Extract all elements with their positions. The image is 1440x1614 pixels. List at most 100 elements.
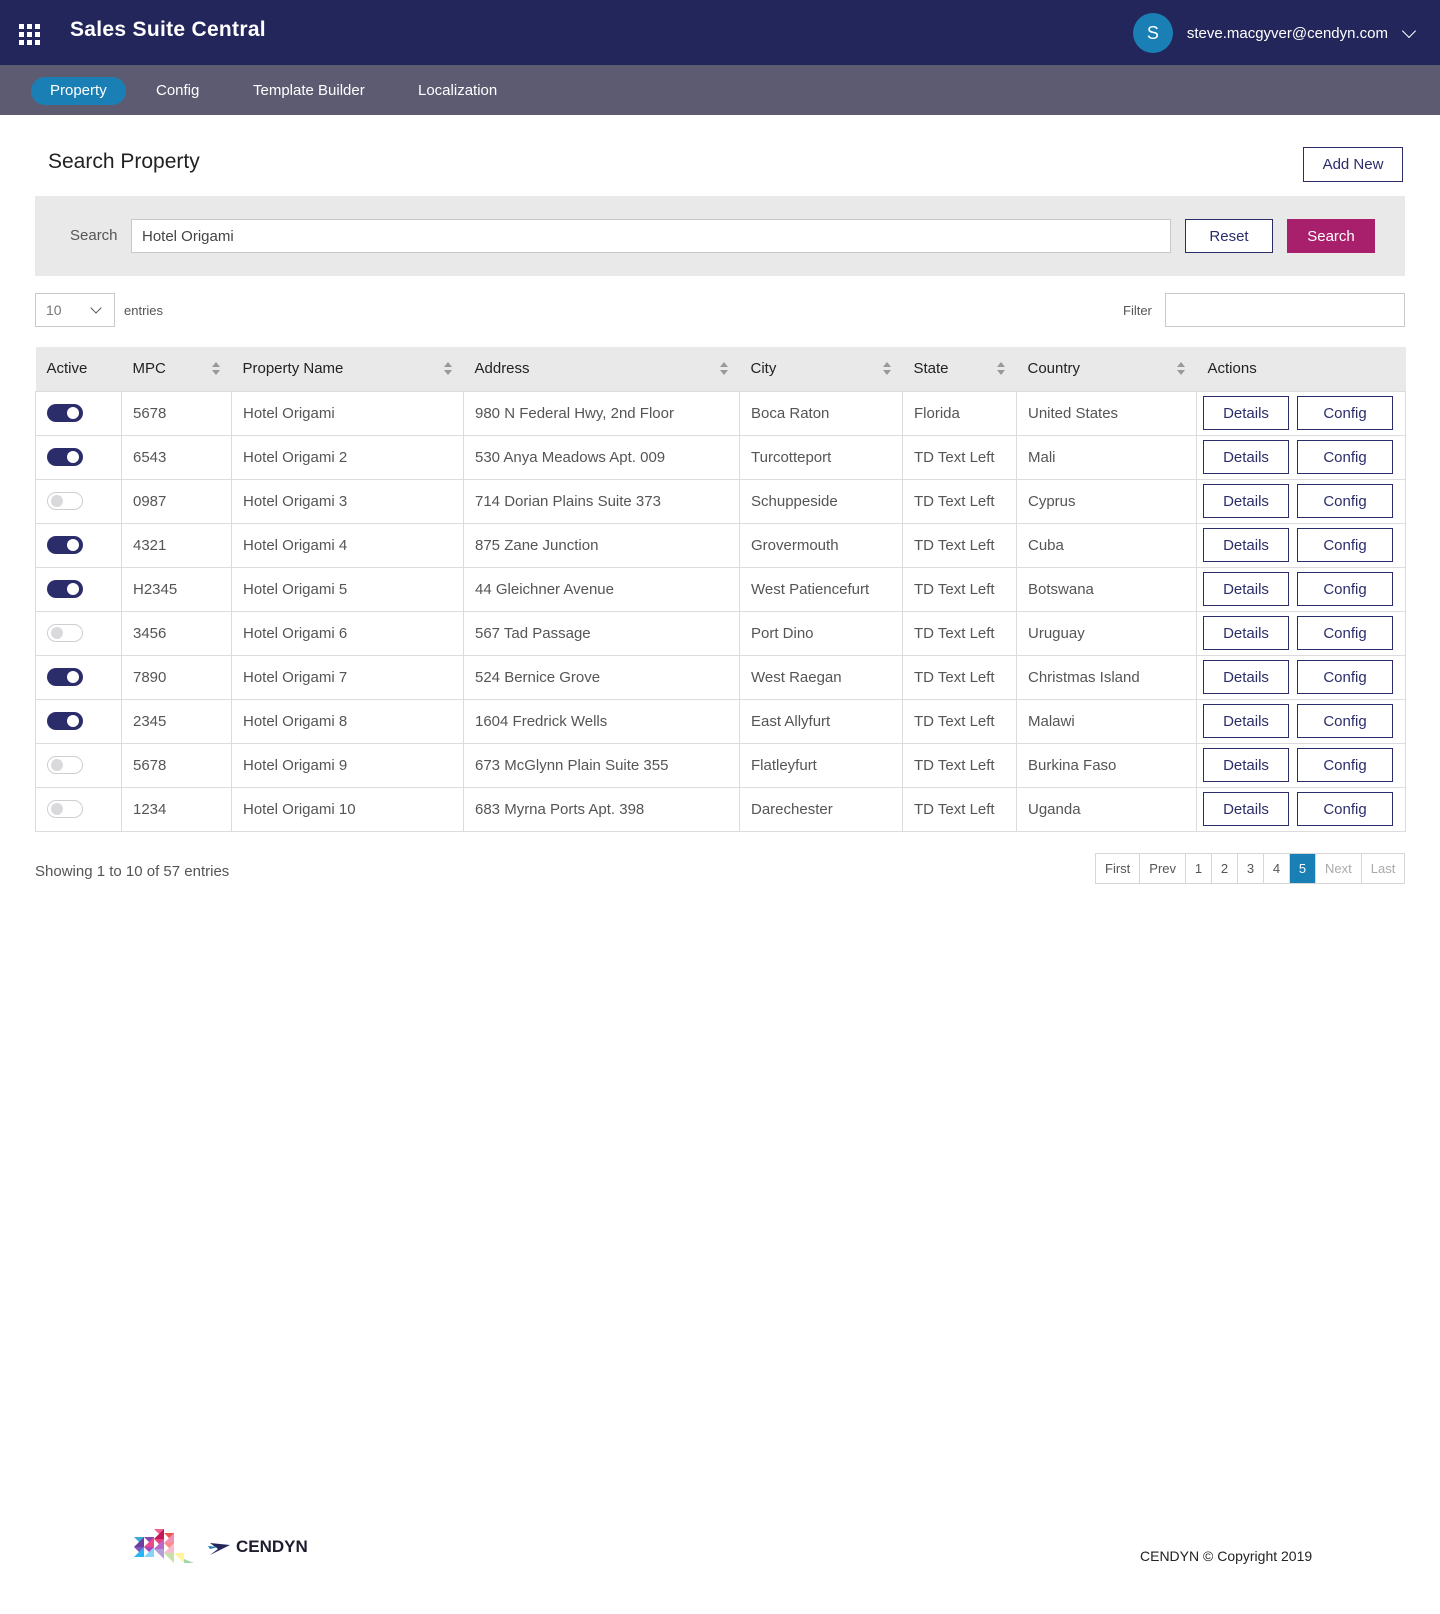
property-name-cell: Hotel Origami 9 [231, 742, 464, 788]
state-cell: TD Text Left [902, 786, 1017, 832]
pagination-first[interactable]: First [1096, 854, 1141, 883]
column-header-city[interactable]: City [740, 347, 903, 391]
sort-icon[interactable] [443, 362, 452, 376]
toggle-knob [51, 495, 63, 508]
pagination-page-1[interactable]: 1 [1186, 854, 1213, 883]
details-button[interactable]: Details [1203, 572, 1289, 606]
filter-input[interactable] [1165, 293, 1405, 327]
nav-bar: Property Config Template Builder Localiz… [0, 65, 1440, 115]
tab-localization[interactable]: Localization [399, 77, 516, 105]
config-button[interactable]: Config [1297, 396, 1393, 430]
config-button[interactable]: Config [1297, 572, 1393, 606]
config-button[interactable]: Config [1297, 792, 1393, 826]
toggle-knob [51, 759, 63, 772]
sort-icon[interactable] [719, 362, 728, 376]
state-cell: Florida [902, 390, 1017, 436]
sort-icon[interactable] [882, 362, 891, 376]
active-toggle[interactable] [47, 800, 83, 819]
config-button[interactable]: Config [1297, 704, 1393, 738]
config-button[interactable]: Config [1297, 616, 1393, 650]
column-header-address[interactable]: Address [464, 347, 740, 391]
active-cell [35, 566, 122, 612]
address-cell: 1604 Fredrick Wells [463, 698, 740, 744]
column-header-state[interactable]: State [903, 347, 1017, 391]
details-button[interactable]: Details [1203, 440, 1289, 474]
active-toggle[interactable] [47, 580, 83, 599]
column-header-country[interactable]: Country [1017, 347, 1197, 391]
table-row: 2345 Hotel Origami 8 1604 Fredrick Wells Ea… [35, 698, 1406, 744]
grid-icon[interactable] [19, 24, 40, 45]
property-name-cell: Hotel Origami 10 [231, 786, 464, 832]
tab-config[interactable]: Config [137, 77, 218, 105]
tab-template-builder[interactable]: Template Builder [234, 77, 384, 105]
config-button[interactable]: Config [1297, 484, 1393, 518]
table-row: 7890 Hotel Origami 7 524 Bernice Grove West… [35, 654, 1406, 700]
sort-icon[interactable] [1176, 362, 1185, 376]
sort-icon[interactable] [211, 362, 220, 376]
address-cell: 875 Zane Junction [463, 522, 740, 568]
config-button[interactable]: Config [1297, 660, 1393, 694]
active-cell [35, 390, 122, 436]
pagination-page-2[interactable]: 2 [1212, 854, 1239, 883]
user-email[interactable]: steve.macgyver@cendyn.com [1187, 25, 1388, 42]
column-header-property-name[interactable]: Property Name [232, 347, 464, 391]
avatar[interactable]: S [1132, 13, 1173, 53]
config-button[interactable]: Config [1297, 528, 1393, 562]
city-cell: Port Dino [739, 610, 903, 656]
country-cell: Mali [1016, 434, 1197, 480]
filter-label: Filter [1123, 303, 1152, 318]
toggle-knob [51, 803, 63, 816]
pagination-summary: Showing 1 to 10 of 57 entries [35, 863, 230, 880]
column-header-active: Active [46, 360, 88, 378]
add-new-button[interactable]: Add New [1303, 147, 1403, 182]
table-row: H2345 Hotel Origami 5 44 Gleichner Avenue W… [35, 566, 1406, 612]
user-menu[interactable]: S steve.macgyver@cendyn.com [1132, 13, 1417, 53]
search-button[interactable]: Search [1287, 219, 1375, 253]
property-name-cell: Hotel Origami 3 [231, 478, 464, 524]
details-button[interactable]: Details [1203, 704, 1289, 738]
details-button[interactable]: Details [1203, 528, 1289, 562]
active-toggle[interactable] [47, 712, 83, 731]
pagination-prev[interactable]: Prev [1140, 854, 1187, 883]
active-toggle[interactable] [47, 624, 83, 643]
actions-cell: Details Config [1196, 478, 1406, 524]
details-button[interactable]: Details [1203, 484, 1289, 518]
tab-property[interactable]: Property [31, 77, 126, 105]
pagination-page-4[interactable]: 4 [1264, 854, 1291, 883]
details-button[interactable]: Details [1203, 792, 1289, 826]
chevron-down-icon[interactable] [1401, 23, 1417, 38]
active-toggle[interactable] [47, 492, 83, 511]
address-cell: 714 Dorian Plains Suite 373 [463, 478, 740, 524]
column-header-label: Country [1027, 360, 1081, 378]
active-toggle[interactable] [47, 668, 83, 687]
active-toggle[interactable] [47, 448, 83, 467]
toggle-knob [67, 715, 79, 728]
actions-cell: Details Config [1196, 434, 1406, 480]
details-button[interactable]: Details [1203, 660, 1289, 694]
table-row: 4321 Hotel Origami 4 875 Zane Junction Grov… [35, 522, 1406, 568]
sort-icon[interactable] [996, 362, 1005, 376]
pagination-last[interactable]: Last [1362, 854, 1405, 883]
column-header-actions: Actions [1207, 360, 1257, 378]
pagination-page-3[interactable]: 3 [1238, 854, 1265, 883]
actions-cell: Details Config [1196, 522, 1406, 568]
mpc-cell: 1234 [121, 786, 232, 832]
details-button[interactable]: Details [1203, 616, 1289, 650]
pagination-page-5[interactable]: 5 [1290, 854, 1317, 883]
config-button[interactable]: Config [1297, 440, 1393, 474]
address-cell: 530 Anya Meadows Apt. 009 [463, 434, 740, 480]
pagination-next[interactable]: Next [1316, 854, 1362, 883]
reset-button[interactable]: Reset [1185, 219, 1273, 253]
active-toggle[interactable] [47, 536, 83, 555]
entries-select[interactable]: 10 [35, 293, 115, 327]
details-button[interactable]: Details [1203, 748, 1289, 782]
column-header-mpc[interactable]: MPC [122, 347, 232, 391]
active-toggle[interactable] [47, 404, 83, 423]
search-input[interactable] [131, 219, 1171, 253]
actions-cell: Details Config [1196, 786, 1406, 832]
details-button[interactable]: Details [1203, 396, 1289, 430]
config-button[interactable]: Config [1297, 748, 1393, 782]
active-cell [35, 522, 122, 568]
active-toggle[interactable] [47, 756, 83, 775]
chevron-down-icon [90, 302, 102, 314]
